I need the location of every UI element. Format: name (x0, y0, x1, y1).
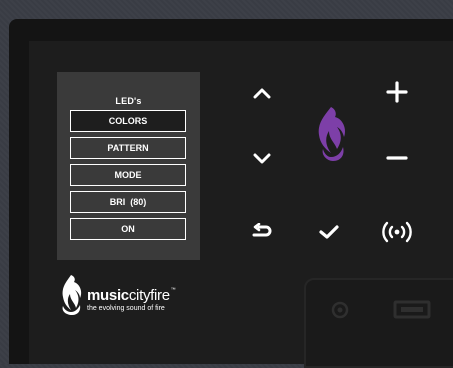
menu-title: LED's (115, 96, 142, 106)
return-arrow-icon (252, 223, 272, 237)
brand-name-light: cityfire (128, 287, 170, 304)
minus-button[interactable] (384, 148, 410, 168)
brand-name: musiccityfire™ (87, 287, 176, 304)
back-button[interactable] (248, 220, 276, 244)
down-button[interactable] (248, 148, 276, 170)
wireless-signal-icon (382, 221, 412, 243)
confirm-button[interactable] (315, 220, 343, 244)
plus-icon (386, 81, 408, 103)
menu-item-mode[interactable]: MODE (70, 164, 186, 186)
menu-item-on[interactable]: ON (70, 218, 186, 240)
port-housing (304, 278, 453, 368)
plus-button[interactable] (384, 80, 410, 104)
minus-icon (386, 156, 408, 160)
chevron-up-icon (253, 88, 271, 99)
brand-tagline: the evolving sound of fire (87, 305, 165, 312)
chevron-down-icon (253, 153, 271, 164)
menu-item-brightness[interactable]: BRI (80) (70, 191, 186, 213)
brand-trademark: ™ (170, 287, 176, 293)
flame-logo (308, 104, 352, 164)
menu-item-colors[interactable]: COLORS (70, 110, 186, 132)
up-button[interactable] (248, 82, 276, 104)
power-jack-icon (331, 301, 349, 319)
wireless-button[interactable] (380, 218, 414, 246)
checkmark-icon (319, 225, 339, 239)
flame-logo-icon (318, 107, 345, 161)
brand-name-bold: music (87, 287, 129, 304)
usb-port-icon (393, 300, 431, 319)
menu-item-pattern[interactable]: PATTERN (70, 137, 186, 159)
